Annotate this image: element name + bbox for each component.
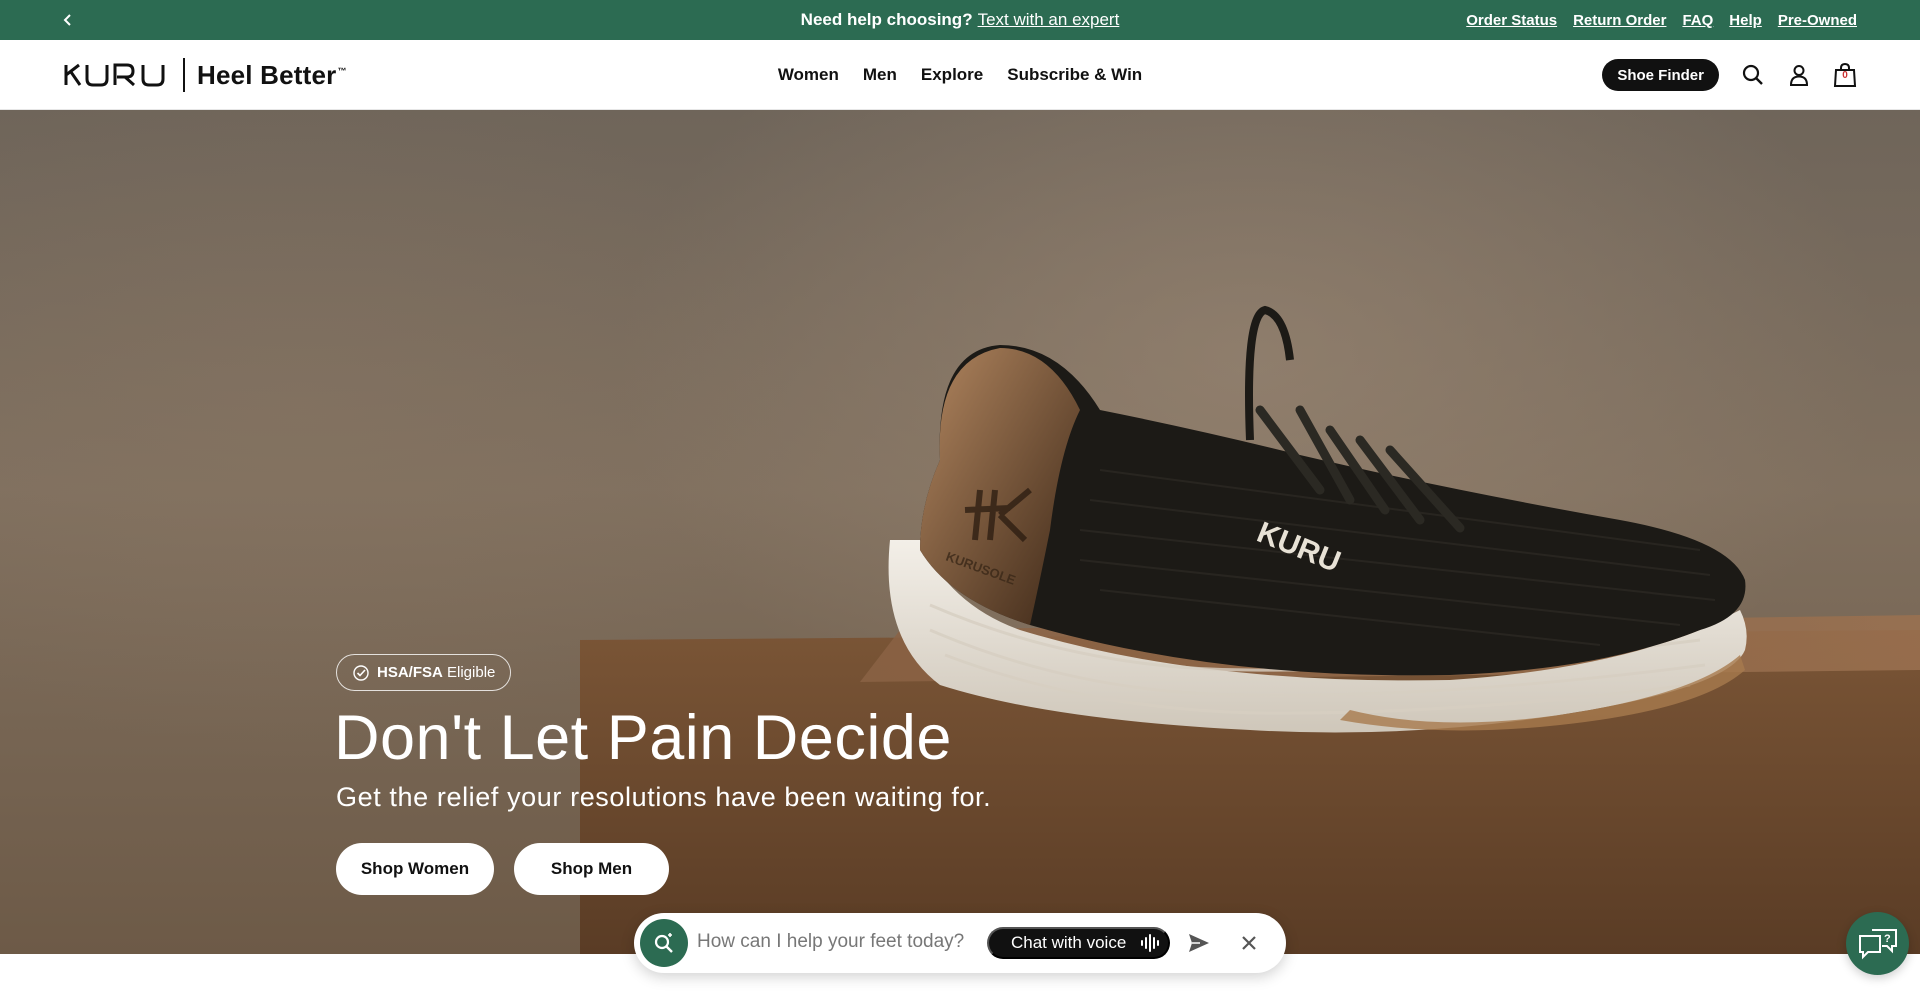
nav-subscribe-win[interactable]: Subscribe & Win (1007, 65, 1142, 85)
search-sparkle-icon[interactable] (640, 919, 688, 967)
trademark-mark: ™ (337, 65, 347, 76)
help-link[interactable]: Help (1729, 12, 1762, 29)
chevron-left-icon[interactable] (58, 10, 78, 30)
bag-icon[interactable]: 0 (1833, 62, 1857, 87)
nav-women[interactable]: Women (778, 65, 839, 85)
account-icon[interactable] (1787, 63, 1811, 87)
logo[interactable]: Heel Better™ (63, 57, 347, 93)
hsa-fsa-badge: HSA/FSA Eligible (336, 654, 512, 691)
shop-women-button[interactable]: Shop Women (336, 843, 494, 895)
tagline-text: Heel Better (197, 59, 337, 90)
nav-men[interactable]: Men (863, 65, 897, 85)
shoe-finder-button[interactable]: Shoe Finder (1602, 59, 1719, 91)
check-badge-icon (353, 664, 369, 681)
svg-text:?: ? (1884, 933, 1891, 945)
logo-divider (183, 58, 185, 92)
chat-bar: How can I help your feet today? Chat wit… (634, 913, 1286, 973)
hero-subtitle: Get the relief your resolutions have bee… (336, 782, 992, 812)
shop-men-button[interactable]: Shop Men (514, 843, 669, 895)
logo-tagline: Heel Better™ (197, 60, 347, 91)
utility-links: Order Status Return Order FAQ Help Pre-O… (1466, 0, 1857, 40)
order-status-link[interactable]: Order Status (1466, 12, 1557, 29)
announcement-lead: Need help choosing? (800, 10, 973, 29)
hero-shoe-image: KURU KURUSOLE (580, 305, 1920, 954)
chat-input[interactable]: How can I help your feet today? (697, 931, 964, 953)
announcement-bar: Need help choosing? Text with an expert … (0, 0, 1920, 40)
voice-label: Chat with voice (1011, 933, 1127, 952)
nav-explore[interactable]: Explore (921, 65, 983, 85)
chat-help-icon[interactable]: ? (1846, 912, 1909, 975)
send-icon[interactable] (1187, 931, 1211, 955)
header-actions: Shoe Finder 0 (1602, 57, 1857, 93)
hero-title: Don't Let Pain Decide (334, 703, 952, 773)
badge-text: Eligible (447, 664, 496, 681)
voice-wave-icon (1141, 934, 1160, 952)
close-icon[interactable] (1237, 931, 1261, 955)
text-expert-link[interactable]: Text with an expert (978, 10, 1120, 30)
faq-link[interactable]: FAQ (1682, 12, 1713, 29)
return-order-link[interactable]: Return Order (1573, 12, 1666, 29)
bag-count: 0 (1842, 70, 1848, 81)
search-icon[interactable] (1741, 63, 1765, 87)
site-header: Heel Better™ Women Men Explore Subscribe… (0, 40, 1920, 110)
hero-banner: KURU KURUSOLE HSA/FSA Eligible Don't Let… (0, 110, 1920, 954)
badge-bold: HSA/FSA (377, 664, 443, 681)
pre-owned-link[interactable]: Pre-Owned (1778, 12, 1857, 29)
chat-with-voice-button[interactable]: Chat with voice (987, 927, 1170, 959)
kuru-wordmark-logo (64, 63, 165, 87)
